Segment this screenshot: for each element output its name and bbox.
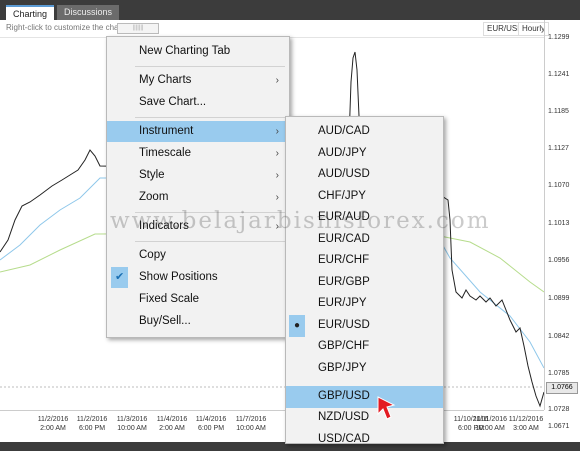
instrument-item[interactable]: GBP/CHF	[286, 336, 443, 358]
time-label: 11/2/2016 2:00 AM	[37, 416, 69, 432]
tab-bar: Charting Discussions	[0, 0, 580, 20]
price-label: 1.0842	[548, 333, 570, 340]
time-label: 11/2/2016 6:00 PM	[76, 416, 108, 432]
chevron-right-icon: ›	[275, 148, 279, 159]
time-label: 11/11/2016 10:00 AM	[473, 416, 507, 432]
price-label: 1.0899	[548, 295, 570, 302]
instrument-item[interactable]: AUD/CAD	[286, 121, 443, 143]
instrument-submenu: AUD/CAD AUD/JPY AUD/USD CHF/JPY EUR/AUD …	[285, 116, 444, 445]
instrument-item[interactable]: AUD/USD	[286, 164, 443, 186]
price-label: 1.0956	[548, 257, 570, 264]
menu-show-positions[interactable]: ✔ Show Positions	[107, 267, 289, 288]
instrument-item-hovered[interactable]: GBP/USD	[286, 386, 443, 408]
price-label: 1.1127	[548, 145, 569, 152]
price-axis	[544, 20, 580, 410]
chevron-right-icon: ›	[275, 75, 279, 86]
radio-bullet-icon: ●	[289, 315, 306, 337]
chevron-right-icon: ›	[275, 192, 279, 203]
current-price-badge: 1.0766	[546, 382, 578, 394]
menu-new-charting-tab[interactable]: New Charting Tab	[107, 41, 289, 62]
price-label: 1.1241	[548, 71, 570, 78]
time-label: 11/7/2016 10:00 AM	[235, 416, 267, 432]
menu-save-chart[interactable]: Save Chart...	[107, 92, 289, 113]
arrow-cursor-icon	[377, 396, 396, 420]
menu-style[interactable]: Style ›	[107, 165, 289, 186]
menu-my-charts[interactable]: My Charts ›	[107, 70, 289, 91]
watermark-text: www.belajarbisnisforex.com	[110, 208, 491, 234]
instrument-item-selected[interactable]: ● EUR/USD	[286, 315, 443, 337]
menu-fixed-scale[interactable]: Fixed Scale	[107, 289, 289, 310]
time-label: 11/12/2016 3:00 AM	[508, 416, 544, 432]
time-label: 11/3/2016 10:00 AM	[116, 416, 148, 432]
tab-charting[interactable]: Charting	[6, 5, 55, 20]
instrument-item[interactable]: EUR/CHF	[286, 250, 443, 272]
time-label: 11/4/2016 6:00 PM	[195, 416, 227, 432]
menu-separator	[135, 117, 285, 118]
menu-copy[interactable]: Copy	[107, 245, 289, 266]
price-label: 1.1185	[548, 108, 569, 115]
price-label: 1.0728	[548, 406, 570, 413]
price-label: 1.0671	[548, 423, 570, 430]
menu-separator	[135, 66, 285, 67]
chart-context-menu: New Charting Tab My Charts › Save Chart..…	[106, 36, 290, 338]
price-label: 1.1013	[548, 220, 570, 227]
time-label: 11/4/2016 2:00 AM	[156, 416, 188, 432]
menu-zoom[interactable]: Zoom ›	[107, 187, 289, 208]
tab-discussions[interactable]: Discussions	[57, 5, 120, 20]
menu-separator	[135, 241, 285, 242]
instrument-item[interactable]: EUR/JPY	[286, 293, 443, 315]
chevron-right-icon: ›	[275, 170, 279, 181]
price-label: 1.0785	[548, 370, 570, 377]
menu-timescale[interactable]: Timescale ›	[107, 143, 289, 164]
instrument-item[interactable]: EUR/GBP	[286, 272, 443, 294]
chevron-right-icon: ›	[275, 126, 279, 137]
instrument-item[interactable]: CHF/JPY	[286, 186, 443, 208]
instrument-item[interactable]: USD/CAD	[286, 429, 443, 451]
price-label: 1.1070	[548, 182, 570, 189]
instrument-item[interactable]: GBP/JPY	[286, 358, 443, 380]
instrument-item[interactable]: AUD/JPY	[286, 143, 443, 165]
check-icon: ✔	[111, 267, 129, 288]
menu-buy-sell[interactable]: Buy/Sell...	[107, 311, 289, 332]
instrument-item[interactable]: NZD/USD	[286, 407, 443, 429]
price-label: 1.1299	[548, 34, 570, 41]
menu-instrument[interactable]: Instrument ›	[107, 121, 289, 142]
